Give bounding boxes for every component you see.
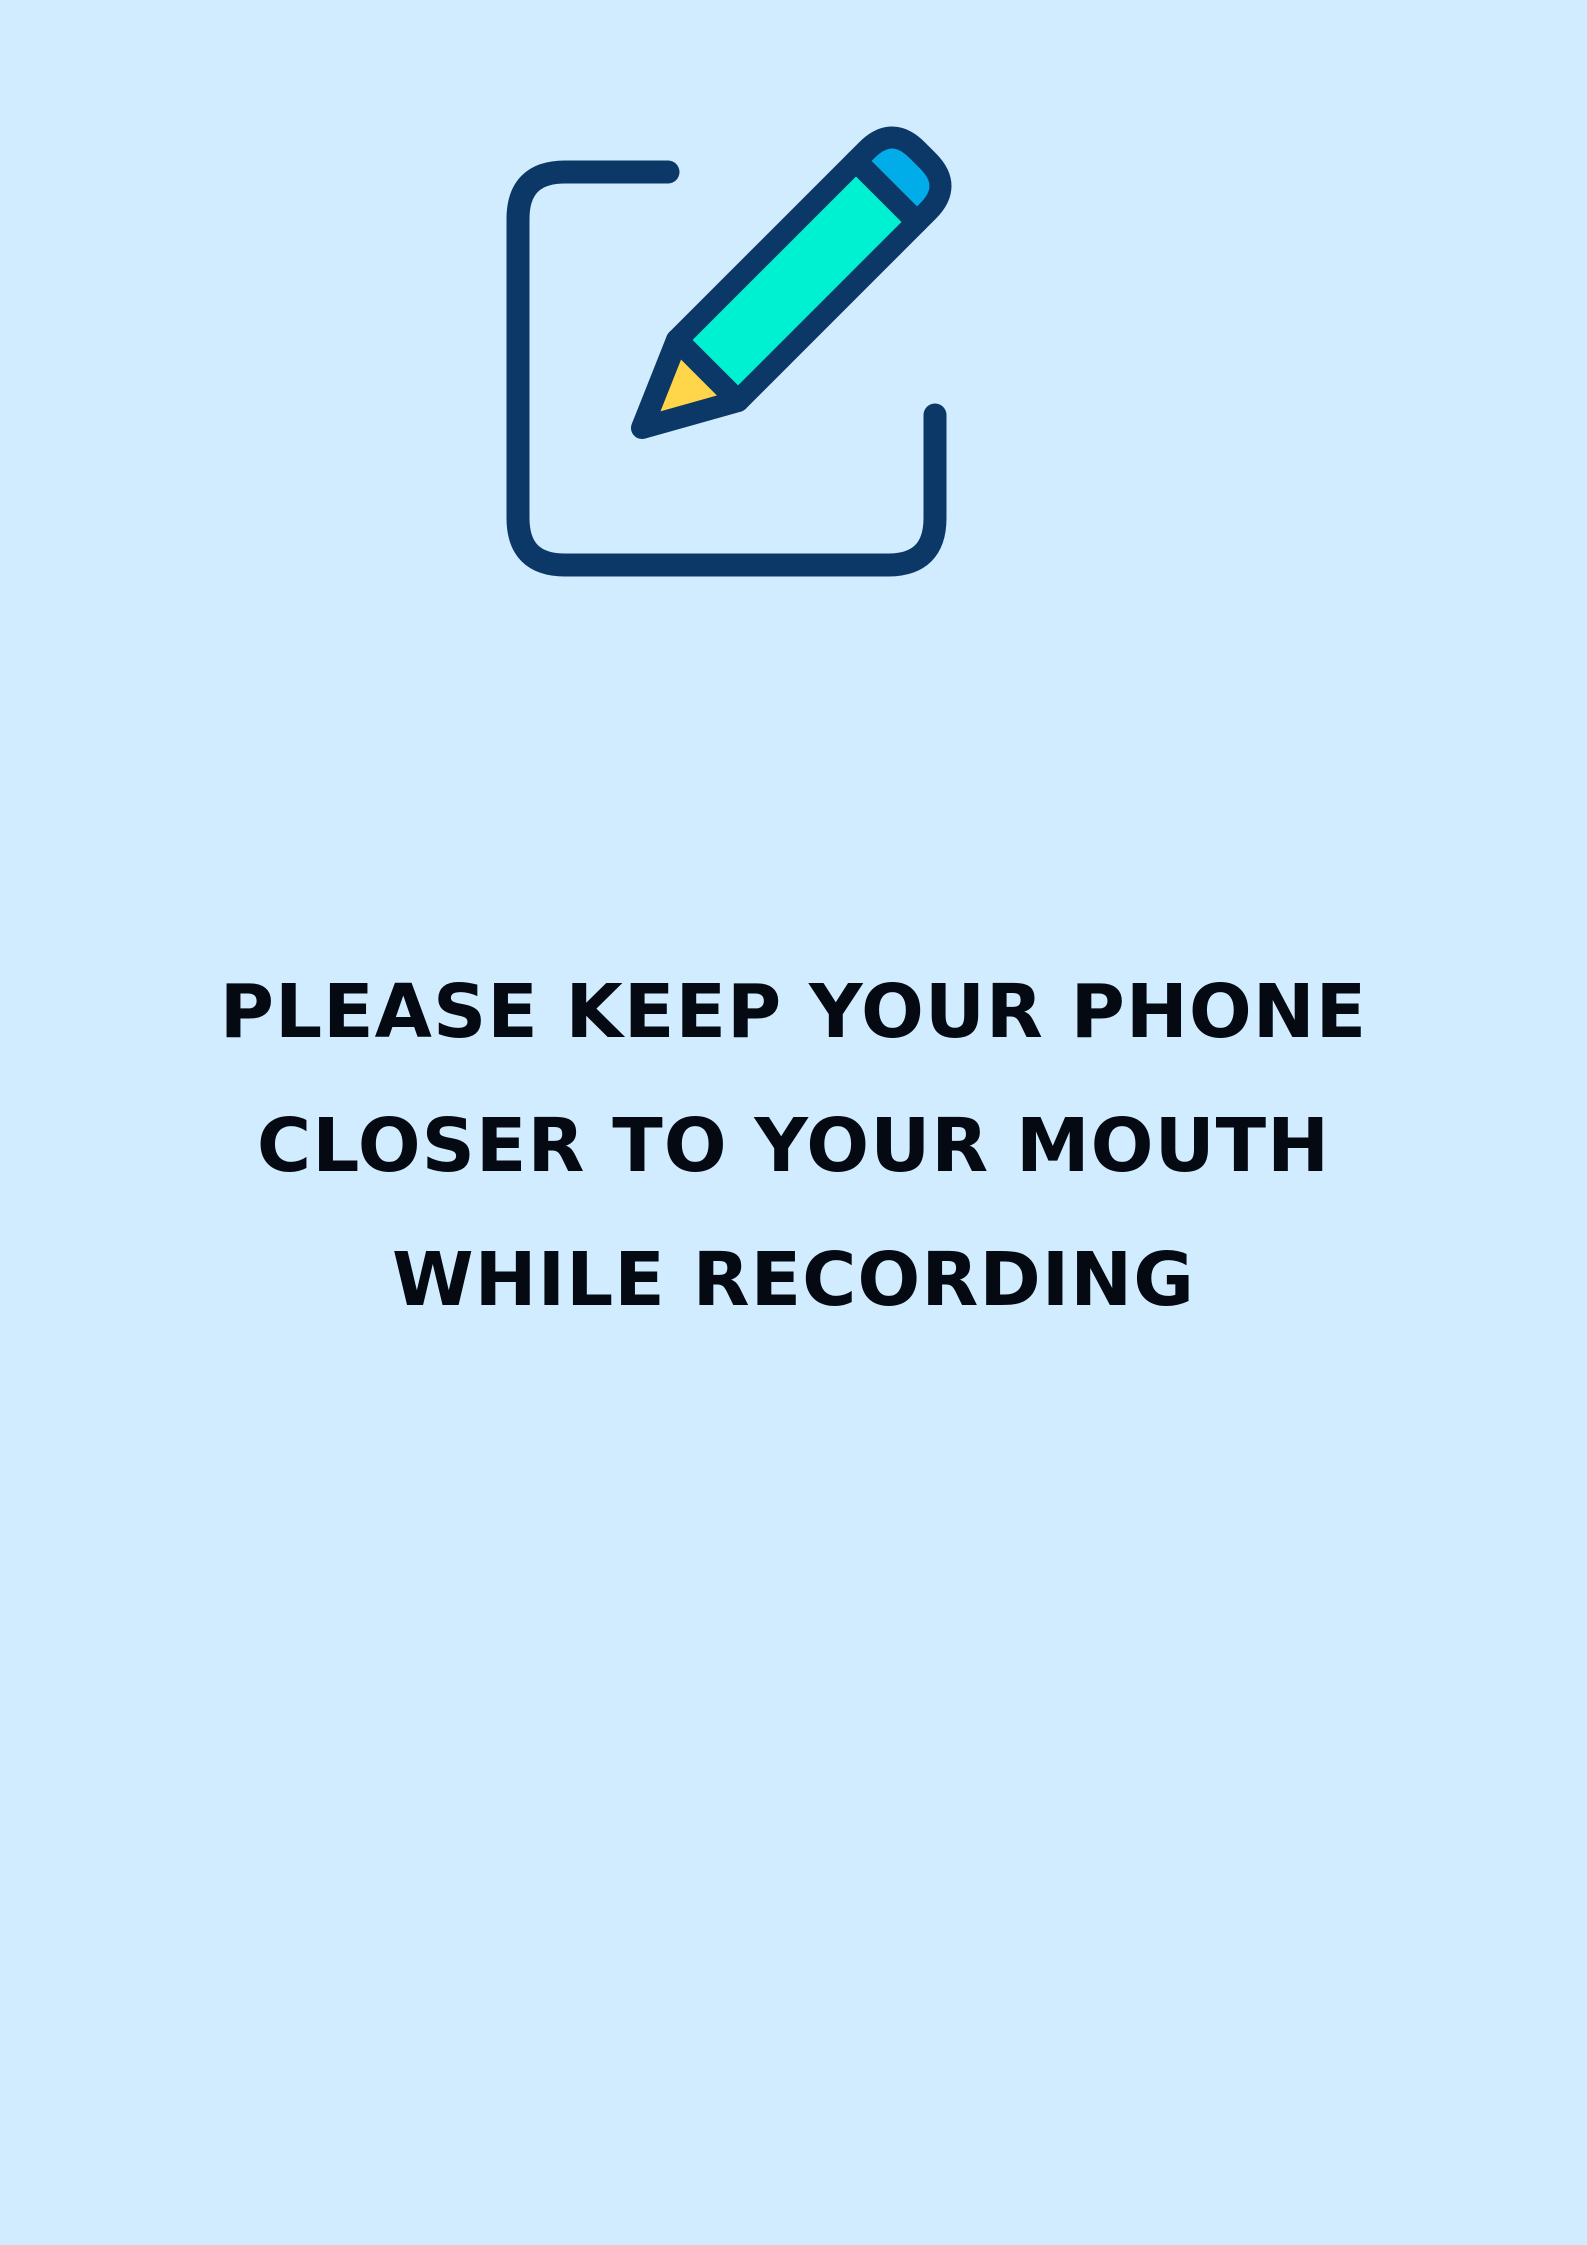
recording-instruction: PLEASE KEEP YOUR PHONE CLOSER TO YOUR MO…: [0, 945, 1587, 1347]
message-line-2: CLOSER TO YOUR MOUTH: [256, 1103, 1331, 1189]
edit-icon-container: [500, 110, 980, 590]
message-line-3: WHILE RECORDING: [392, 1237, 1195, 1323]
message-line-1: PLEASE KEEP YOUR PHONE: [219, 969, 1368, 1055]
edit-note-icon: [506, 126, 952, 577]
